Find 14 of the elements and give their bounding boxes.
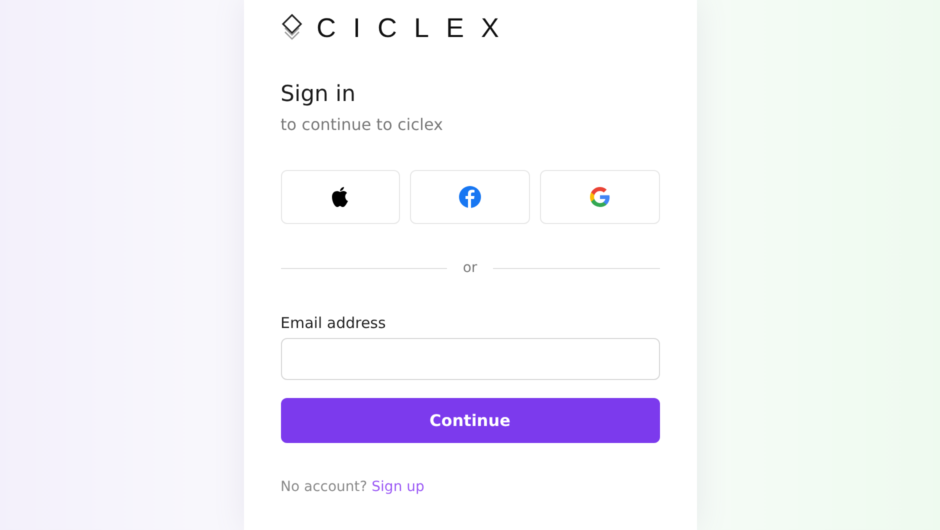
heading: Sign in	[280, 82, 357, 107]
logo-icon	[280, 14, 302, 42]
subheading: to continue to ciclex	[280, 115, 444, 134]
sign-up-link[interactable]: Sign up	[372, 479, 424, 495]
divider-text: or	[462, 260, 478, 276]
email-field[interactable]	[280, 338, 660, 380]
footer-text: No account?	[280, 479, 368, 495]
apple-icon	[330, 186, 350, 208]
facebook-icon	[459, 186, 481, 208]
continue-button[interactable]: Continue	[280, 398, 660, 443]
google-icon	[590, 187, 610, 207]
social-login-button[interactable]	[280, 170, 400, 224]
email-label: Email address	[280, 314, 387, 332]
logo-text: CICLEX	[316, 12, 516, 44]
